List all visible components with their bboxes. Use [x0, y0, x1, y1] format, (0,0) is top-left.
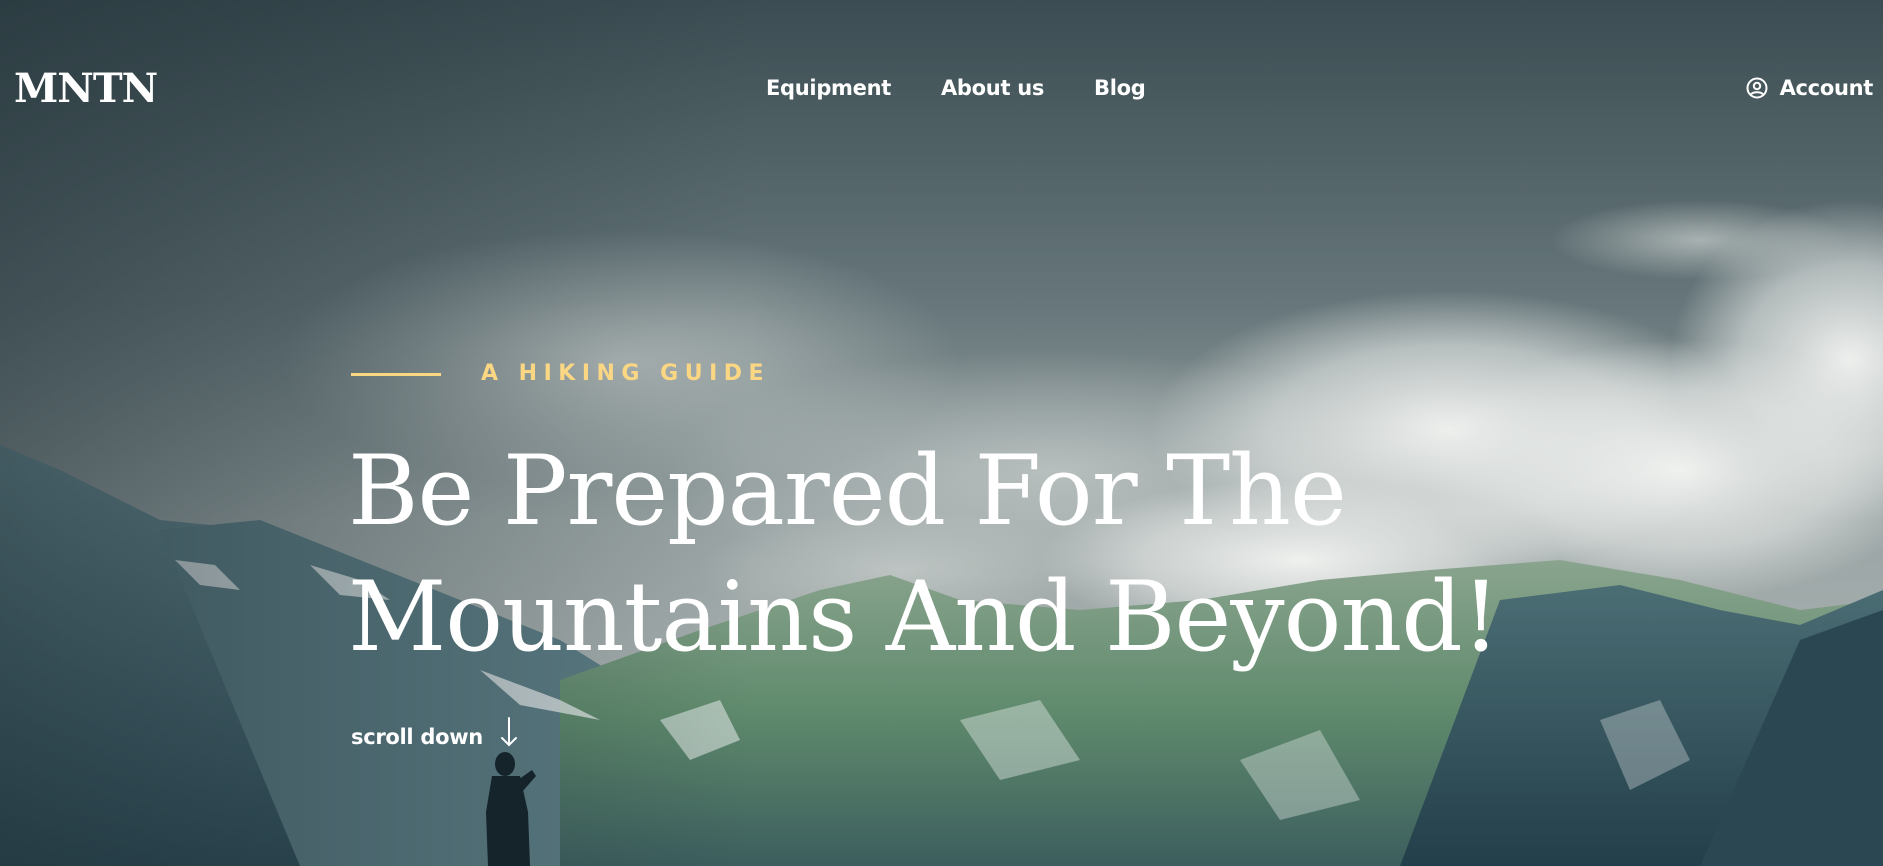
hero-title-line-1: Be Prepared For The: [348, 435, 1347, 547]
nav-item-about-us[interactable]: About us: [941, 73, 1044, 103]
arrow-down-icon: [499, 716, 519, 758]
eyebrow-divider: [351, 372, 441, 376]
nav-item-blog[interactable]: Blog: [1094, 73, 1146, 103]
account-button[interactable]: Account: [1746, 73, 1873, 103]
nav-item-equipment[interactable]: Equipment: [766, 73, 891, 103]
main-nav: Equipment About us Blog: [766, 73, 1146, 103]
hero-section: MNTN Equipment About us Blog Account A H…: [0, 0, 1883, 866]
hero-title-line-2: Mountains And Beyond!: [348, 561, 1500, 673]
scroll-down-button[interactable]: scroll down: [351, 716, 519, 758]
hero-title: Be Prepared For The Mountains And Beyond…: [348, 428, 1500, 680]
eyebrow: A HIKING GUIDE: [351, 359, 770, 389]
scroll-down-label: scroll down: [351, 725, 483, 749]
logo[interactable]: MNTN: [14, 64, 158, 114]
eyebrow-text: A HIKING GUIDE: [481, 361, 771, 386]
user-circle-icon: [1746, 77, 1768, 99]
account-label: Account: [1779, 76, 1874, 100]
